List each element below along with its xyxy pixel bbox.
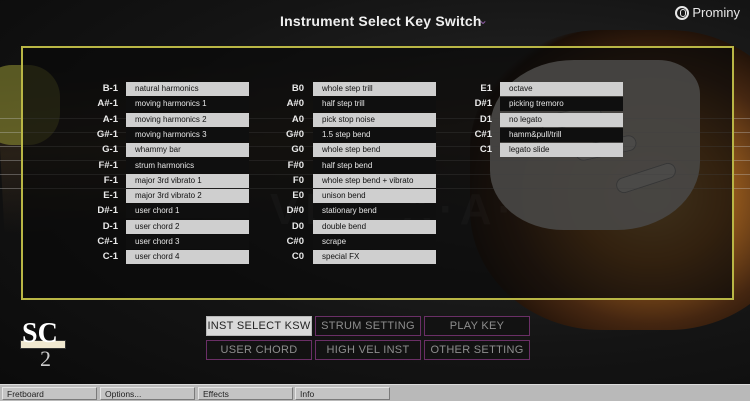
articulation-slot[interactable]: strum harmonics [126, 158, 249, 173]
user-chord-button[interactable]: USER CHORD [206, 340, 312, 360]
key-note-label: D#0 [286, 205, 304, 217]
key-note-label: F#-1 [98, 159, 118, 171]
chevron-down-icon[interactable]: ⌄ [478, 13, 488, 27]
key-note-label: C-1 [102, 251, 118, 263]
key-note-label: D0 [291, 220, 304, 232]
articulation-slot[interactable]: special FX [313, 250, 436, 265]
articulation-slot[interactable]: user chord 1 [126, 204, 249, 219]
tab-fretboard[interactable]: Fretboard [2, 387, 97, 400]
key-note-label: C0 [291, 251, 304, 263]
articulation-slot[interactable]: pick stop noise [313, 112, 436, 127]
key-note-label: A-1 [102, 113, 118, 125]
high-vel-inst-button[interactable]: HIGH VEL INST [315, 340, 421, 360]
articulation-slot[interactable]: half step trill [313, 97, 436, 112]
sc2-logo: SC 2 [20, 318, 66, 371]
inst-select-ksw-button[interactable]: INST SELECT KSW [206, 316, 312, 336]
articulation-slot[interactable]: user chord 2 [126, 219, 249, 234]
articulation-slot[interactable]: user chord 3 [126, 235, 249, 249]
brand-logo: Prominy [675, 5, 740, 20]
articulation-slot[interactable]: user chord 4 [126, 250, 249, 265]
other-setting-button[interactable]: OTHER SETTING [424, 340, 530, 360]
key-note-label: G-1 [102, 144, 118, 156]
articulation-slot[interactable]: whammy bar [126, 143, 249, 158]
key-note-label: G#0 [286, 128, 304, 140]
key-note-label: E-1 [103, 190, 118, 202]
key-note-label: C#1 [474, 128, 492, 140]
articulation-slot[interactable]: legato slide [500, 143, 623, 158]
tab-options[interactable]: Options... [100, 387, 195, 400]
articulation-slot[interactable]: double bend [313, 219, 436, 234]
articulation-slot[interactable]: moving harmonics 3 [126, 127, 249, 142]
key-note-label: F0 [292, 174, 304, 186]
articulation-slot[interactable]: scrape [313, 235, 436, 249]
key-note-label: G#-1 [96, 128, 118, 140]
logo-number: 2 [40, 346, 51, 371]
key-note-label: D#1 [474, 98, 492, 110]
strum-setting-button[interactable]: STRUM SETTING [315, 316, 421, 336]
key-note-label: D-1 [102, 220, 118, 232]
articulation-slot[interactable]: whole step trill [313, 82, 436, 96]
key-note-label: G0 [291, 144, 304, 156]
articulation-slot[interactable]: major 3rd vibrato 1 [126, 173, 249, 188]
key-note-label: B0 [291, 83, 304, 94]
articulation-slot[interactable]: half step bend [313, 158, 436, 173]
key-note-label: C#0 [286, 236, 304, 247]
key-note-label: E1 [480, 83, 492, 94]
key-note-label: F-1 [103, 174, 118, 186]
key-note-label: D#-1 [97, 205, 118, 217]
play-key-button[interactable]: PLAY KEY [424, 316, 530, 336]
key-note-label: A#-1 [97, 98, 118, 110]
articulation-slot[interactable]: 1.5 step bend [313, 127, 436, 142]
articulation-slot[interactable]: moving harmonics 2 [126, 112, 249, 127]
key-note-label: C#-1 [97, 236, 118, 247]
key-note-label: B-1 [102, 83, 118, 94]
key-note-label: F#0 [287, 159, 304, 171]
key-note-label: D1 [479, 113, 492, 125]
key-note-label: A0 [291, 113, 304, 125]
prominy-logo-icon [675, 5, 690, 20]
key-note-label: C1 [479, 144, 492, 156]
page-title: Instrument Select Key Switch [280, 13, 482, 29]
tab-effects[interactable]: Effects [198, 387, 293, 400]
brand-name: Prominy [692, 5, 740, 20]
articulation-slot[interactable]: whole step bend [313, 143, 436, 158]
articulation-slot[interactable]: no legato [500, 112, 623, 127]
bottom-tab-bar: Fretboard Options... Effects Info [0, 384, 750, 401]
articulation-slot[interactable]: whole step bend + vibrato [313, 173, 436, 188]
tab-info[interactable]: Info [295, 387, 390, 400]
articulation-slot[interactable]: moving harmonics 1 [126, 97, 249, 112]
instrument-window: VI · ·A·A· Instrument Select Key Switch … [0, 0, 750, 401]
articulation-slot[interactable]: major 3rd vibrato 2 [126, 189, 249, 204]
articulation-slot[interactable]: stationary bend [313, 204, 436, 219]
articulation-slot[interactable]: hamm&pull/trill [500, 127, 623, 142]
articulation-slot[interactable]: picking tremoro [500, 97, 623, 112]
key-note-label: A#0 [286, 98, 304, 110]
articulation-slot[interactable]: octave [500, 82, 623, 96]
articulation-slot[interactable]: unison bend [313, 189, 436, 204]
key-note-label: E0 [292, 190, 304, 202]
articulation-slot[interactable]: natural harmonics [126, 82, 249, 96]
